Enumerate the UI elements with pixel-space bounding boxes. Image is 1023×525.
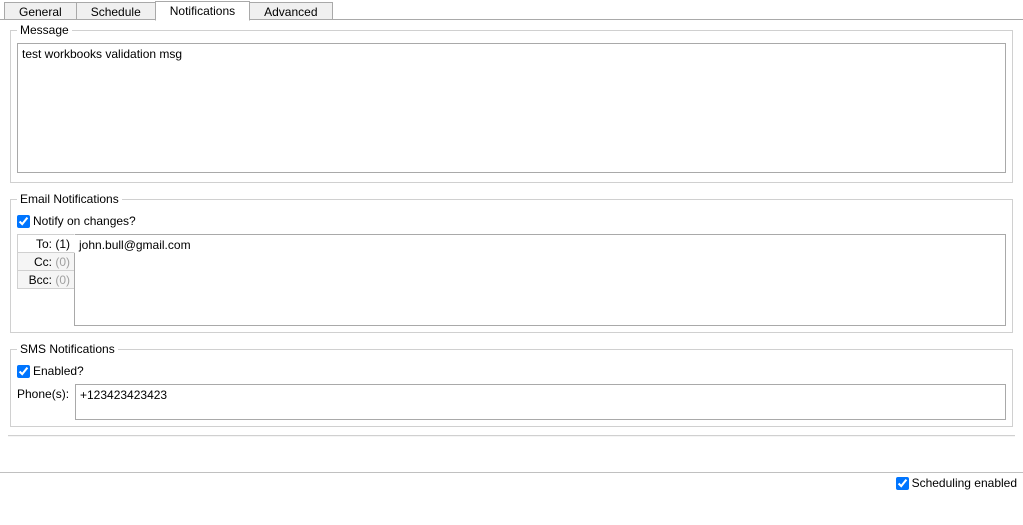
to-tab[interactable]: To: (1) [17, 234, 75, 253]
tab-general[interactable]: General [4, 2, 77, 20]
message-textarea[interactable] [17, 43, 1006, 173]
notify-label: Notify on changes? [33, 214, 136, 228]
sms-enabled-checkbox[interactable] [17, 365, 30, 378]
tab-strip: General Schedule Notifications Advanced [0, 0, 1023, 20]
to-tab-label: To: [36, 237, 52, 251]
scheduling-enabled-label: Scheduling enabled [912, 476, 1017, 490]
phone-input[interactable]: +123423423423 [75, 384, 1006, 420]
phone-label: Phone(s): [17, 384, 69, 401]
cc-tab-label: Cc: [34, 255, 52, 269]
tab-notifications[interactable]: Notifications [155, 1, 250, 21]
cc-tab-count: (0) [55, 255, 70, 269]
sms-enabled-label: Enabled? [33, 364, 84, 378]
tab-schedule[interactable]: Schedule [76, 2, 156, 20]
email-legend: Email Notifications [17, 192, 122, 206]
bcc-tab-label: Bcc: [29, 273, 52, 287]
message-legend: Message [17, 23, 72, 37]
notify-checkbox[interactable] [17, 215, 30, 228]
footer-bar: Scheduling enabled [0, 472, 1023, 493]
tab-content: Message Email Notifications Notify on ch… [0, 19, 1023, 493]
to-tab-count: (1) [55, 237, 70, 251]
recipient-tabs: To: (1) Cc: (0) Bcc: (0) [17, 234, 75, 326]
tab-advanced[interactable]: Advanced [249, 2, 332, 20]
email-addresses-input[interactable]: john.bull@gmail.com [74, 234, 1006, 326]
sms-fieldset: SMS Notifications Enabled? Phone(s): +12… [10, 342, 1013, 427]
sms-legend: SMS Notifications [17, 342, 118, 356]
scheduling-enabled-checkbox[interactable] [896, 477, 909, 490]
bcc-tab[interactable]: Bcc: (0) [17, 270, 75, 289]
message-fieldset: Message [10, 23, 1013, 183]
email-fieldset: Email Notifications Notify on changes? T… [10, 192, 1013, 333]
bcc-tab-count: (0) [55, 273, 70, 287]
footer-divider [8, 435, 1015, 437]
cc-tab[interactable]: Cc: (0) [17, 252, 75, 271]
